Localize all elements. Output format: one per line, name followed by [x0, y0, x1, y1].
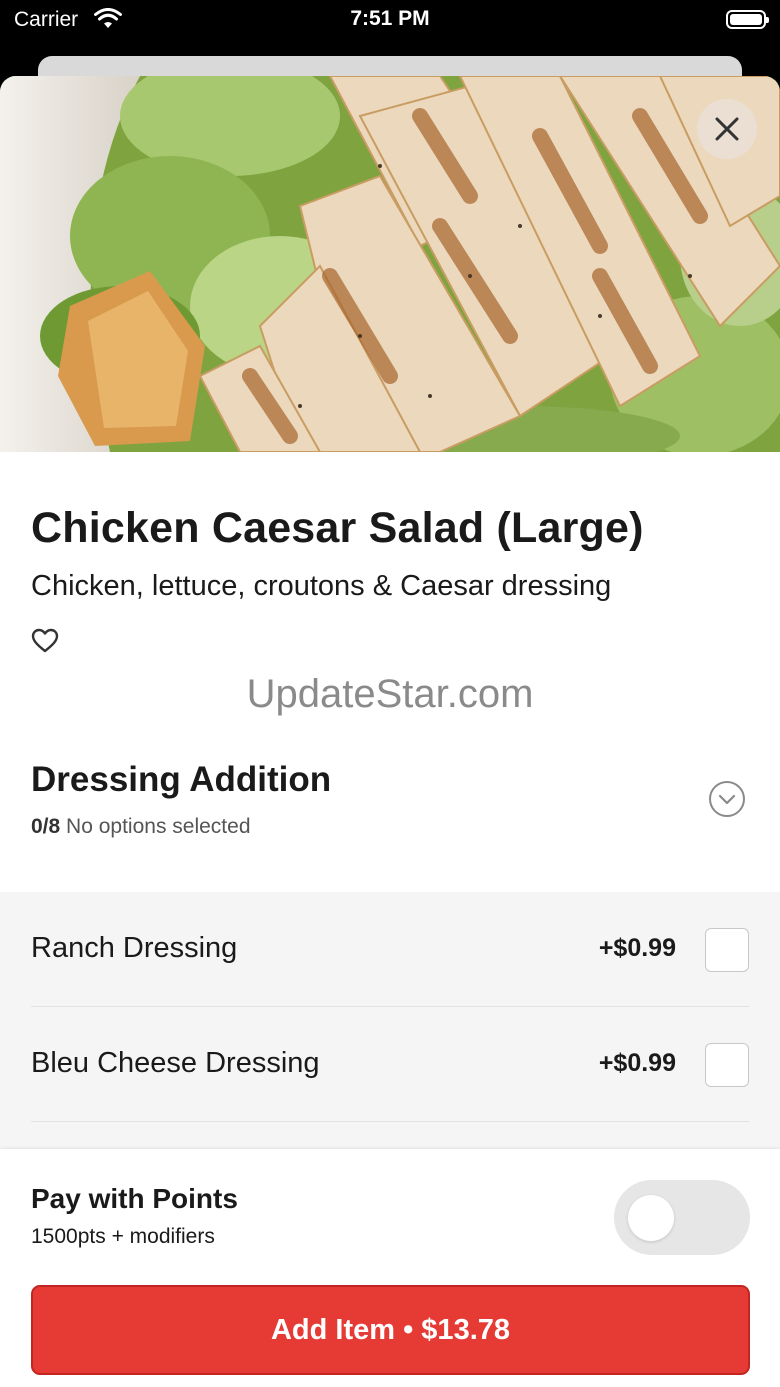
- option-price: +$0.99: [598, 934, 676, 962]
- list-item[interactable]: Bleu Cheese Dressing +$0.99: [31, 1007, 749, 1121]
- option-name: Bleu Cheese Dressing: [31, 1047, 320, 1079]
- add-item-button[interactable]: Add Item • $13.78: [31, 1285, 750, 1375]
- option-checkbox[interactable]: [705, 928, 749, 972]
- section-subtitle: 0/8 No options selected: [31, 815, 251, 839]
- close-icon: [715, 117, 739, 141]
- points-cost: 1500pts + modifiers: [31, 1225, 215, 1248]
- heart-icon: [31, 628, 59, 653]
- item-title: Chicken Caesar Salad (Large): [31, 504, 644, 552]
- toggle-knob: [628, 1195, 674, 1241]
- watermark: UpdateStar.com: [246, 672, 534, 716]
- option-price: +$0.99: [598, 1049, 676, 1077]
- chevron-down-icon: [709, 781, 745, 817]
- pay-with-points-toggle[interactable]: [614, 1180, 750, 1255]
- item-photo: [0, 76, 780, 452]
- list-item[interactable]: Ranch Dressing +$0.99: [31, 892, 749, 1006]
- section-title: Dressing Addition: [31, 760, 332, 799]
- favorite-button[interactable]: [31, 628, 59, 659]
- close-button[interactable]: [697, 99, 757, 159]
- option-checkbox[interactable]: [705, 1043, 749, 1087]
- battery-icon: [726, 10, 769, 29]
- pay-with-points-label: Pay with Points: [31, 1183, 238, 1214]
- divider: [31, 1121, 749, 1122]
- checkout-footer: Pay with Points 1500pts + modifiers Add …: [0, 1149, 780, 1387]
- clock: 7:51 PM: [350, 7, 430, 30]
- selection-count: 0/8: [31, 815, 61, 838]
- selection-status: No options selected: [66, 815, 251, 838]
- item-detail-sheet: Chicken Caesar Salad (Large) Chicken, le…: [0, 76, 780, 1387]
- status-bar: Carrier 7:51 PM: [0, 0, 780, 42]
- item-description: Chicken, lettuce, croutons & Caesar dres…: [31, 570, 612, 602]
- option-name: Ranch Dressing: [31, 932, 238, 964]
- section-toggle[interactable]: [708, 780, 746, 823]
